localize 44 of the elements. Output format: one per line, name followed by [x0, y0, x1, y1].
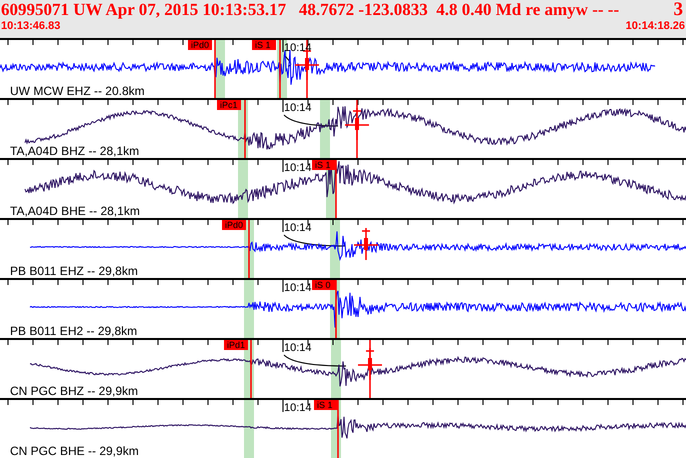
amplitude-marker [353, 227, 379, 261]
end-time: 10:14:18.26 [626, 20, 685, 33]
pick-window [238, 160, 248, 218]
phase-pick-tag[interactable]: iPd0 [188, 40, 212, 50]
time-label: 10:14 [284, 162, 312, 174]
channel-label: TA,A04D BHZ -- 28,1km [10, 145, 140, 158]
pick-line [369, 340, 371, 398]
channel-label: PB B011 EHZ -- 29,8km [10, 265, 138, 278]
event-title: 60995071 UW Apr 07, 2015 10:13:53.17 48.7672 -123.0833 4.8 0.40 Md re amyw -- -- [1, 0, 620, 20]
pick-line [214, 40, 216, 98]
pick-line [306, 40, 308, 98]
phase-pick-tag[interactable]: iPc1 [217, 100, 241, 110]
channel-label: CN PGC BHE -- 29,9km [10, 445, 139, 458]
pick-line [248, 220, 250, 278]
start-time: 10:13:46.83 [1, 20, 60, 33]
pick-window [331, 340, 341, 398]
pick-window [244, 400, 254, 458]
pick-line [356, 100, 358, 158]
time-label: 10:14 [284, 342, 312, 354]
channel-label: TA,A04D BHE -- 28,1km [10, 205, 140, 218]
channel-label: CN PGC BHZ -- 29,9km [10, 385, 138, 398]
phase-pick-tag[interactable]: iPd1 [224, 340, 248, 350]
channel-label: UW MCW EHZ -- 20.8km [10, 85, 145, 98]
phase-pick-tag[interactable]: iS 1 [252, 40, 276, 50]
pick-window [320, 100, 330, 158]
trace-count: 3 [674, 0, 684, 20]
amplitude-marker [357, 347, 383, 381]
phase-pick-tag[interactable]: iS 0 [312, 280, 336, 290]
channel-label: PB B011 EH2 -- 29,8km [10, 325, 138, 338]
pick-line [279, 40, 281, 98]
phase-pick-tag[interactable]: iS 1 [314, 400, 338, 410]
pick-line [335, 160, 337, 218]
pick-window [244, 280, 254, 338]
amplitude-marker [344, 107, 370, 141]
pick-line [244, 100, 246, 158]
pick-line [335, 280, 337, 338]
time-label: 10:14 [284, 402, 312, 414]
time-label: 10:14 [284, 102, 312, 114]
phase-pick-tag[interactable]: iPd0 [222, 220, 246, 230]
time-label: 10:14 [284, 222, 312, 234]
time-label: 10:14 [284, 282, 312, 294]
pick-line [337, 400, 339, 458]
pick-line [250, 340, 252, 398]
phase-pick-tag[interactable]: iS 1 [312, 160, 336, 170]
